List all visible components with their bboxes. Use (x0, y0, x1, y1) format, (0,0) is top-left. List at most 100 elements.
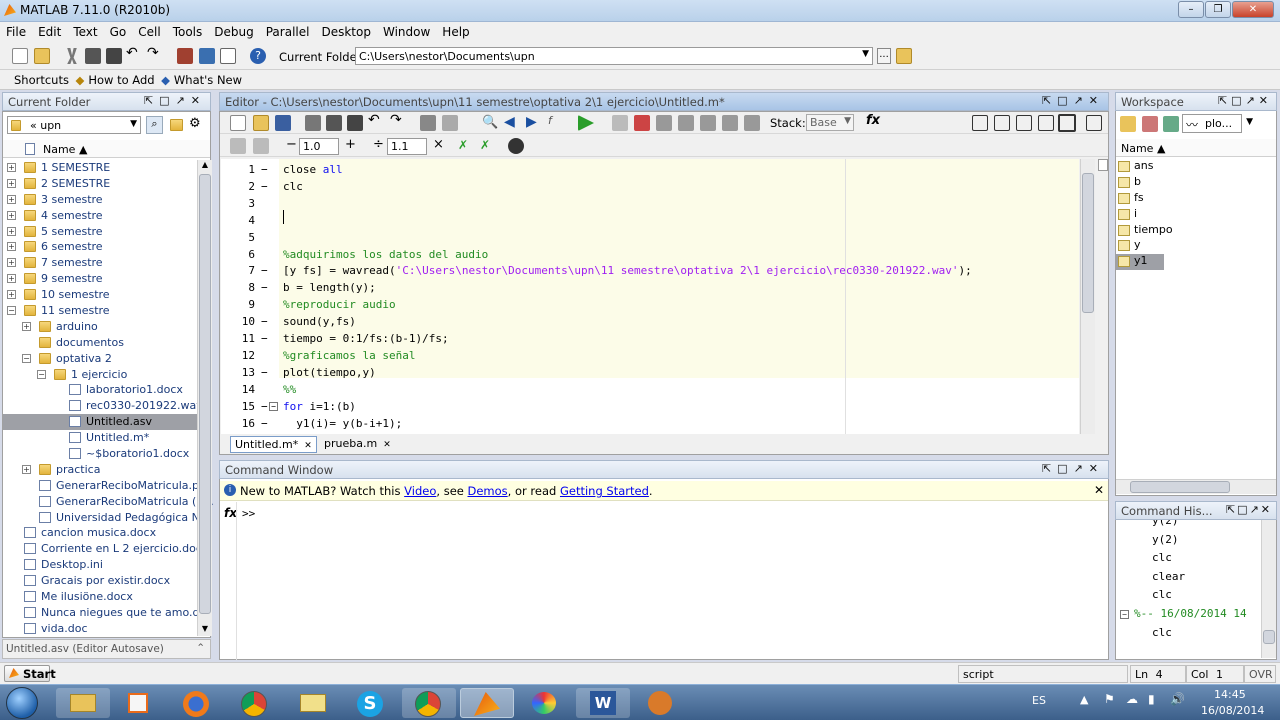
start-button[interactable]: Start (4, 665, 56, 682)
breakpoint-marker[interactable]: − (261, 332, 268, 345)
insert-cell-icon[interactable] (230, 138, 246, 154)
find-icon[interactable]: 🔍 (482, 115, 498, 131)
browse-button[interactable]: ... (877, 48, 891, 64)
close-icon[interactable]: ✕ (1094, 483, 1104, 497)
file-tree-item[interactable]: vida.doc (3, 621, 199, 637)
plot-selector[interactable]: 〰 plo... ▼ (1182, 114, 1253, 133)
close-icon[interactable]: ✕ (383, 440, 391, 450)
code-line[interactable]: %reproducir audio (283, 298, 396, 311)
whats-new-link[interactable]: What's New (170, 70, 245, 87)
expand-icon[interactable]: + (7, 290, 16, 300)
breakpoint-marker[interactable]: − (261, 264, 268, 277)
skype-taskbar-icon[interactable]: S (344, 688, 398, 718)
file-tree-item[interactable]: Untitled.asv (3, 414, 199, 431)
collapse-icon[interactable]: − (37, 369, 46, 379)
menu-file[interactable]: File (0, 22, 32, 39)
cut-icon[interactable] (67, 48, 77, 64)
scroll-thumb[interactable] (199, 174, 211, 614)
clock-time[interactable]: 14:45 (1214, 688, 1246, 701)
function-icon[interactable]: f (548, 114, 564, 130)
stack-dropdown[interactable]: Base ▼ (806, 114, 854, 131)
file-tree-item[interactable]: +1 SEMESTRE (3, 160, 199, 176)
profiler-icon[interactable] (220, 48, 236, 64)
tray-flag-icon[interactable]: ⚑ (1104, 692, 1115, 706)
breakpoint-marker[interactable]: − (261, 315, 268, 328)
unfold-icon[interactable]: ✗ (480, 138, 496, 154)
file-tree-item[interactable]: laboratorio1.docx (3, 382, 199, 398)
demos-link[interactable]: Demos (468, 484, 508, 498)
file-tree-item[interactable]: +6 semestre (3, 239, 199, 255)
scroll-thumb[interactable] (1130, 481, 1230, 493)
file-tree-item[interactable]: +2 SEMESTRE (3, 176, 199, 192)
new-file-icon[interactable] (230, 115, 246, 131)
float-icon[interactable] (1038, 115, 1054, 131)
scroll-up-icon[interactable]: ▲ (199, 160, 211, 172)
panel-controls[interactable]: ⇱□↗✕ (144, 94, 206, 107)
file-tree-item[interactable]: +4 semestre (3, 208, 199, 224)
workspace-variable[interactable]: i (1116, 207, 1276, 223)
word-taskbar-icon[interactable]: W (576, 688, 630, 718)
tile-icon[interactable] (972, 115, 988, 131)
close-doc-icon[interactable] (1086, 115, 1102, 131)
tab-prueba[interactable]: prueba.m ✕ (320, 436, 395, 453)
expand-icon[interactable]: + (7, 226, 16, 236)
workspace-variable[interactable]: fs (1116, 191, 1276, 207)
code-line[interactable]: b = length(y); (283, 281, 376, 294)
network-icon[interactable]: ▮ (1148, 692, 1155, 706)
paint-taskbar-icon[interactable] (518, 688, 572, 718)
folder-taskbar-icon[interactable] (286, 688, 340, 718)
code-line[interactable]: for i=1:(b) (283, 400, 356, 413)
file-tree-item[interactable]: GenerarReciboMatricula (1... (3, 494, 214, 510)
history-vertical-scrollbar[interactable] (1261, 520, 1276, 658)
file-tree-item[interactable]: documentos (3, 335, 199, 351)
step-icon[interactable] (656, 115, 672, 131)
run-icon[interactable] (578, 115, 594, 131)
save-workspace-icon[interactable] (1163, 116, 1179, 132)
file-tree-item[interactable]: +9 semestre (3, 271, 199, 287)
guide-icon[interactable] (199, 48, 215, 64)
menu-parallel[interactable]: Parallel (260, 22, 316, 39)
shortcuts-label[interactable]: Shortcuts (10, 70, 72, 87)
minimize-button[interactable]: – (1178, 1, 1204, 18)
file-tree-item[interactable]: +3 semestre (3, 192, 199, 208)
code-line[interactable]: close all (283, 163, 343, 176)
menu-cell[interactable]: Cell (132, 22, 166, 39)
file-tree-item[interactable]: − optativa 2 (3, 351, 199, 367)
tray-arrow-icon[interactable]: ▲ (1080, 693, 1088, 706)
file-tree-item[interactable]: cancion musica.docx (3, 525, 199, 541)
history-item[interactable]: clc (1116, 551, 1261, 570)
menu-help[interactable]: Help (436, 22, 475, 39)
menu-window[interactable]: Window (377, 22, 436, 39)
collapse-icon[interactable]: − (1120, 609, 1129, 619)
how-to-add-link[interactable]: How to Add (84, 70, 157, 87)
new-variable-icon[interactable] (1120, 116, 1136, 132)
code-line[interactable]: clc (283, 180, 303, 193)
code-line[interactable]: %% (283, 383, 296, 396)
code-line[interactable]: %adquirimos los datos del audio (283, 248, 488, 261)
copy-icon[interactable] (326, 115, 342, 131)
expand-icon[interactable]: + (7, 274, 16, 284)
file-tree-item[interactable]: Me ilusiöne.docx (3, 589, 199, 605)
print-icon[interactable] (420, 115, 436, 131)
cell-value-2-input[interactable]: 1.1 (387, 138, 427, 155)
increment-button[interactable]: + (345, 137, 356, 152)
close-icon[interactable]: ✕ (304, 441, 312, 451)
file-tree-item[interactable]: − 11 semestre (3, 303, 199, 319)
matlab-taskbar-icon[interactable] (460, 688, 514, 718)
divide-button[interactable]: ÷ (373, 137, 384, 152)
step-out-icon[interactable] (700, 115, 716, 131)
file-tree-item[interactable]: ~$boratorio1.docx (3, 446, 199, 462)
file-tree-item[interactable]: rec0330-201922.wav (3, 398, 203, 414)
volume-icon[interactable]: 🔊 (1170, 692, 1185, 706)
open-folder-icon[interactable] (34, 48, 50, 64)
cell-value-1-input[interactable]: 1.0 (299, 138, 339, 155)
workspace-variable[interactable]: tiempo (1116, 223, 1276, 239)
multiply-button[interactable]: × (433, 137, 444, 152)
tray-app-icon[interactable]: ☁ (1126, 692, 1138, 706)
open-folder-icon[interactable] (253, 115, 269, 131)
clear-breakpoints-icon[interactable] (634, 115, 650, 131)
history-item[interactable]: clc (1116, 626, 1261, 645)
breakpoint-marker[interactable]: − (261, 417, 268, 430)
chrome-taskbar-icon[interactable] (228, 688, 282, 718)
file-tree-item[interactable]: Corriente en L 2 ejercicio.docx (3, 541, 208, 557)
